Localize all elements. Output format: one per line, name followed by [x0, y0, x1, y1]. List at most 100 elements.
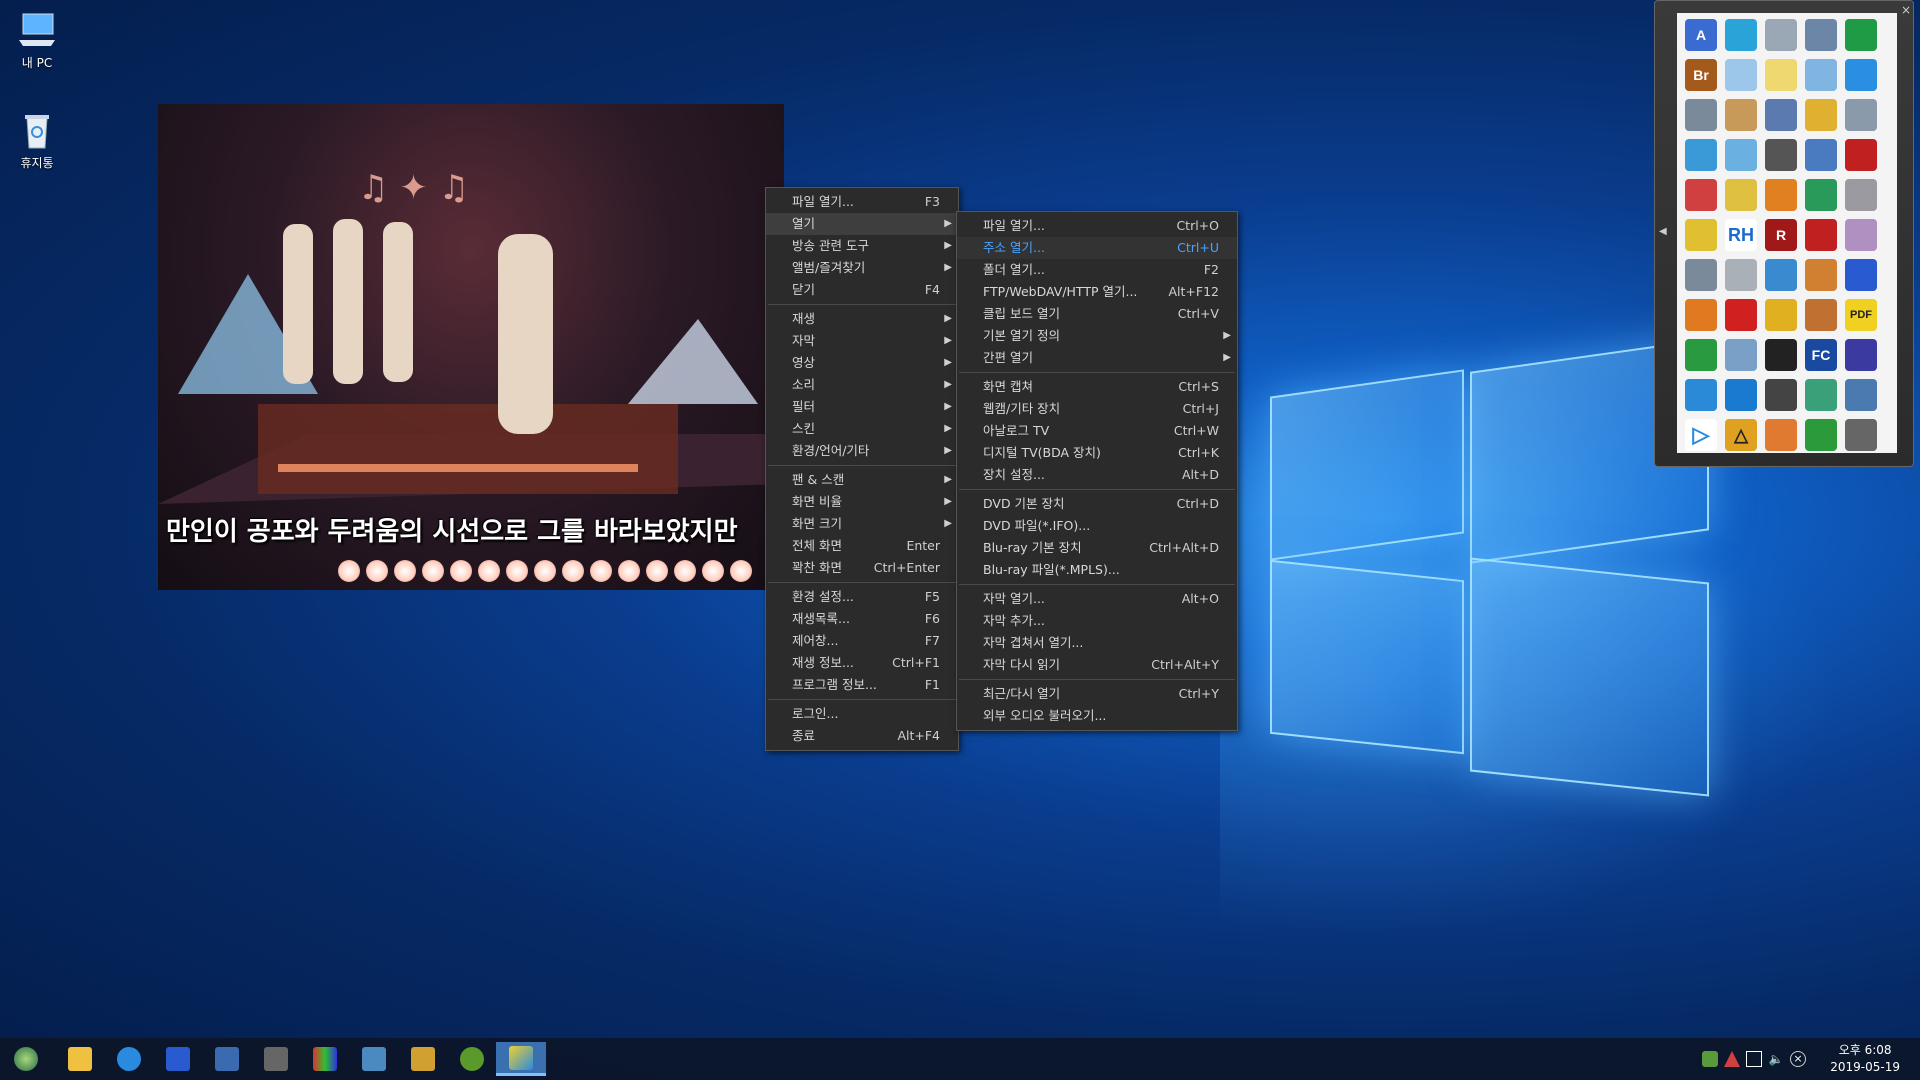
disk-drive-icon[interactable] [1765, 19, 1797, 51]
start-button[interactable] [4, 1042, 48, 1076]
magnifier-icon[interactable] [1685, 299, 1717, 331]
trash-app-icon[interactable] [1845, 419, 1877, 451]
ie-icon[interactable] [1685, 379, 1717, 411]
monitor-app-icon[interactable] [1805, 139, 1837, 171]
menu-item[interactable]: 자막 추가... [957, 610, 1237, 632]
hdd-search-icon[interactable] [1685, 259, 1717, 291]
triangle-app-icon[interactable] [1685, 339, 1717, 371]
tray-app-icon[interactable] [1702, 1051, 1718, 1067]
split-app-icon[interactable] [1805, 379, 1837, 411]
menu-item[interactable]: 스킨 ▶ [766, 418, 958, 440]
cubes-app-icon[interactable] [1685, 219, 1717, 251]
menu-item[interactable]: 제어창... F7 [766, 630, 958, 652]
taskbar-bamboo-app[interactable] [450, 1042, 494, 1076]
sun-app-icon[interactable] [1805, 99, 1837, 131]
network-icon[interactable] [1746, 1051, 1762, 1067]
feather-app-icon[interactable] [1765, 59, 1797, 91]
windows-tiles-icon[interactable] [1765, 259, 1797, 291]
clock-app-icon[interactable] [1805, 19, 1837, 51]
taskbar-file-explorer[interactable] [58, 1042, 102, 1076]
refresh-app-icon[interactable] [1845, 19, 1877, 51]
printer-app-icon[interactable] [1805, 179, 1837, 211]
close-icon[interactable]: × [1901, 3, 1911, 17]
r-app-icon[interactable]: R [1765, 219, 1797, 251]
menu-item[interactable]: 앨범/즐겨찾기 ▶ [766, 257, 958, 279]
puzzle-app-icon[interactable] [1725, 179, 1757, 211]
book-app-icon[interactable] [1725, 139, 1757, 171]
warning-app-icon[interactable]: △ [1725, 419, 1757, 451]
menu-item[interactable]: 화면 비율 ▶ [766, 491, 958, 513]
menu-item[interactable]: 종료 Alt+F4 [766, 725, 958, 747]
menu-item[interactable]: 장치 설정... Alt+D [957, 464, 1237, 486]
volume-icon[interactable]: 🔈 [1768, 1051, 1784, 1067]
taskbar-r-app[interactable] [401, 1042, 445, 1076]
network-app-icon[interactable] [1845, 379, 1877, 411]
menu-item[interactable]: 화면 크기 ▶ [766, 513, 958, 535]
face-app-icon[interactable] [1765, 419, 1797, 451]
taskbar-wolf-app[interactable] [254, 1042, 298, 1076]
usb-app-icon[interactable] [1845, 99, 1877, 131]
menu-item[interactable]: Blu-ray 기본 장치 Ctrl+Alt+D [957, 537, 1237, 559]
collapse-arrow-icon[interactable]: ◀ [1659, 226, 1667, 237]
menu-item[interactable]: 파일 열기... F3 [766, 191, 958, 213]
menu-item[interactable]: 로그인... [766, 703, 958, 725]
close-circle-icon[interactable]: × [1790, 1051, 1806, 1067]
desktop-icon-my-pc[interactable]: 내 PC [2, 10, 72, 71]
menu-item[interactable]: DVD 기본 장치 Ctrl+D [957, 493, 1237, 515]
menu-item[interactable]: 외부 오디오 불러오기... [957, 705, 1237, 727]
display-app-icon[interactable] [1765, 339, 1797, 371]
wolf-app-icon[interactable] [1765, 379, 1797, 411]
teamviewer-icon[interactable] [1725, 379, 1757, 411]
window-app-icon[interactable] [1725, 59, 1757, 91]
settings-app-icon[interactable] [1725, 339, 1757, 371]
usb-stick-icon[interactable] [1725, 259, 1757, 291]
menu-item[interactable]: 웹캠/기타 장치 Ctrl+J [957, 398, 1237, 420]
menu-item[interactable]: 재생 정보... Ctrl+F1 [766, 652, 958, 674]
menu-item[interactable]: 전체 화면 Enter [766, 535, 958, 557]
nb-app-icon[interactable] [1725, 299, 1757, 331]
menu-item[interactable]: 팬 & 스캔 ▶ [766, 469, 958, 491]
taskbar-media-player[interactable] [496, 1042, 546, 1076]
menu-item[interactable]: 재생 ▶ [766, 308, 958, 330]
menu-item[interactable]: 환경/언어/기타 ▶ [766, 440, 958, 462]
diamond-app-icon[interactable] [1765, 139, 1797, 171]
menu-item[interactable]: 화면 캡쳐 Ctrl+S [957, 376, 1237, 398]
menu-item[interactable]: DVD 파일(*.IFO)... [957, 515, 1237, 537]
play-app-icon[interactable]: ▷ [1685, 419, 1717, 451]
camera-app-icon[interactable] [1725, 99, 1757, 131]
menu-item[interactable]: 꽉찬 화면 Ctrl+Enter [766, 557, 958, 579]
windows-flag-icon[interactable] [1845, 59, 1877, 91]
taskbar-color-app[interactable] [303, 1042, 347, 1076]
chip-app-icon[interactable] [1845, 339, 1877, 371]
menu-item[interactable]: 닫기 F4 [766, 279, 958, 301]
menu-item[interactable]: 주소 열기... Ctrl+U [957, 237, 1237, 259]
rh-app-icon[interactable]: RH [1725, 219, 1757, 251]
menu-item[interactable]: 자막 다시 읽기 Ctrl+Alt+Y [957, 654, 1237, 676]
menu-item[interactable]: 영상 ▶ [766, 352, 958, 374]
taskbar-internet-explorer[interactable] [107, 1042, 151, 1076]
menu-item[interactable]: 열기 ▶ [766, 213, 958, 235]
menu-item[interactable]: 기본 열기 정의 ▶ [957, 325, 1237, 347]
video-player-window[interactable]: ♫ ✦ ♫ 만인이 공포와 두려움의 시선으로 그를 바라보았지만 [158, 104, 784, 590]
bridge-app-icon[interactable]: Br [1685, 59, 1717, 91]
desktop-icon-recycle-bin[interactable]: 휴지통 [2, 110, 72, 171]
taskbar-save-app[interactable] [156, 1042, 200, 1076]
app-a-icon[interactable]: A [1685, 19, 1717, 51]
car-app-icon[interactable] [1845, 139, 1877, 171]
menu-item[interactable]: 아날로그 TV Ctrl+W [957, 420, 1237, 442]
disc-app-icon[interactable] [1845, 219, 1877, 251]
key-icon[interactable] [1765, 299, 1797, 331]
menu-item[interactable]: 환경 설정... F5 [766, 586, 958, 608]
clock[interactable]: 오후 6:08 2019-05-19 [1830, 1042, 1900, 1076]
dice-app-icon[interactable] [1805, 219, 1837, 251]
pipe-app-icon[interactable] [1685, 139, 1717, 171]
menu-item[interactable]: 재생목록... F6 [766, 608, 958, 630]
photo-app-icon[interactable] [1845, 179, 1877, 211]
tray-alert-icon[interactable] [1724, 1051, 1740, 1067]
utorrent-icon[interactable] [1805, 419, 1837, 451]
menu-item[interactable]: 방송 관련 도구 ▶ [766, 235, 958, 257]
menu-item[interactable]: 간편 열기 ▶ [957, 347, 1237, 369]
floppy-icon[interactable] [1845, 259, 1877, 291]
taskbar-remote-desktop[interactable] [352, 1042, 396, 1076]
star-app-icon[interactable] [1805, 59, 1837, 91]
